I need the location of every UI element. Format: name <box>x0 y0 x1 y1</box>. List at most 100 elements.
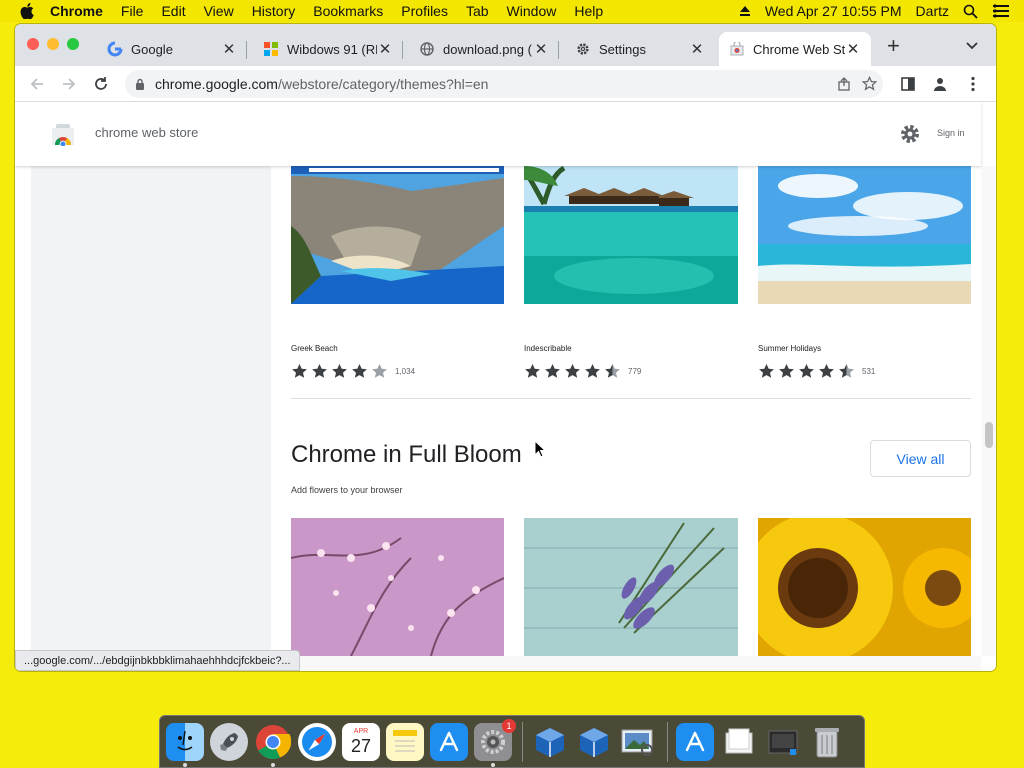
tab-google[interactable]: Google ✕ <box>97 32 247 66</box>
menu-file[interactable]: File <box>121 3 144 19</box>
address-bar[interactable]: chrome.google.com/webstore/category/them… <box>125 70 883 98</box>
menu-window[interactable]: Window <box>507 3 557 19</box>
menubar-datetime[interactable]: Wed Apr 27 10:55 PM <box>765 3 902 19</box>
screenshot-stack-icon <box>768 730 798 755</box>
theme-thumbnail-lavender[interactable] <box>524 518 738 656</box>
tab-settings[interactable]: Settings ✕ <box>565 32 715 66</box>
dock-calendar[interactable]: APR 27 <box>342 722 380 761</box>
virtualbox-cube-icon <box>536 727 564 757</box>
theme-name-greek-beach[interactable]: Greek Beach <box>291 344 338 353</box>
profile-button[interactable] <box>930 74 950 94</box>
menu-view[interactable]: View <box>204 3 234 19</box>
menu-tab[interactable]: Tab <box>466 3 489 19</box>
dock-documents-stack[interactable] <box>720 723 758 761</box>
menu-profiles[interactable]: Profiles <box>401 3 448 19</box>
app-store-a-icon <box>439 731 459 751</box>
preview-photos-icon <box>621 729 653 756</box>
theme-name-summer-holidays[interactable]: Summer Holidays <box>758 344 821 353</box>
dock-virtualbox-1[interactable] <box>531 723 569 761</box>
tab-chrome-web-store[interactable]: Chrome Web St ✕ <box>719 32 871 66</box>
chrome-menu-button[interactable] <box>963 74 983 94</box>
theme-thumbnail-sunflower[interactable] <box>758 518 971 656</box>
dock-downloads-stack[interactable] <box>764 723 802 761</box>
bookmark-star-icon[interactable] <box>862 76 877 91</box>
close-tab-icon[interactable]: ✕ <box>845 41 861 58</box>
dock-preview[interactable] <box>619 723 657 761</box>
reload-icon <box>95 77 107 90</box>
menu-bookmarks[interactable]: Bookmarks <box>313 3 383 19</box>
eject-icon[interactable] <box>739 5 751 17</box>
close-tab-icon[interactable]: ✕ <box>533 41 549 58</box>
dock-finder[interactable] <box>166 722 204 767</box>
theme-name-indescribable[interactable]: Indescribable <box>524 344 572 353</box>
rating-count: 779 <box>628 366 642 376</box>
tab-download-png[interactable]: download.png ( ✕ <box>409 32 559 66</box>
dock-trash[interactable] <box>808 723 846 761</box>
webstore-title[interactable]: chrome web store <box>95 125 198 140</box>
minimize-window-button[interactable] <box>47 38 59 50</box>
safari-compass-icon <box>302 726 332 757</box>
tab-strip: Google ✕ Wibdows 91 (RE ✕ download.png (… <box>15 24 996 66</box>
share-icon[interactable] <box>837 77 851 91</box>
vertical-scrollbar-track[interactable] <box>981 166 996 656</box>
star-half-icon <box>605 364 620 378</box>
theme-thumbnail-indescribable[interactable] <box>524 166 738 304</box>
dock-chrome[interactable] <box>254 723 292 767</box>
running-indicator <box>491 762 495 767</box>
spotlight-search-icon[interactable] <box>963 4 978 19</box>
theme-thumbnail-summer-holidays[interactable] <box>758 166 971 304</box>
apple-icon[interactable] <box>20 3 34 19</box>
control-center-icon[interactable] <box>992 4 1010 18</box>
tab-search-chevron-icon[interactable] <box>965 38 979 52</box>
summer-holidays-image <box>758 166 971 304</box>
dock-app-store-folder[interactable] <box>676 722 714 761</box>
tab-label: Wibdows 91 (RE <box>287 41 377 57</box>
star-full-icon <box>525 364 540 378</box>
zoom-window-button[interactable] <box>67 38 79 50</box>
webstore-logo-icon[interactable] <box>51 122 75 146</box>
dock-safari[interactable] <box>298 722 336 761</box>
lavender-image <box>524 518 738 656</box>
tab-label: Google <box>131 41 173 57</box>
menu-help[interactable]: Help <box>574 3 603 19</box>
star-full-icon <box>819 364 834 378</box>
reload-button[interactable] <box>91 74 111 94</box>
new-tab-button[interactable]: + <box>887 35 900 57</box>
side-panel-button[interactable] <box>898 74 918 94</box>
profile-avatar-icon <box>934 78 946 91</box>
theme-thumbnail-greek-beach[interactable] <box>291 166 504 304</box>
rocket-icon <box>220 732 238 751</box>
kebab-menu-icon <box>971 76 975 92</box>
indescribable-image <box>524 166 738 304</box>
menu-chrome[interactable]: Chrome <box>50 3 103 19</box>
section-subtitle: Add flowers to your browser <box>291 485 403 495</box>
settings-gear-icon[interactable] <box>899 123 921 145</box>
chrome-logo-icon <box>256 724 291 759</box>
menubar-user[interactable]: Dartz <box>916 3 949 19</box>
lock-icon[interactable] <box>135 78 145 90</box>
dock-notes[interactable] <box>386 722 424 761</box>
dock-virtualbox-2[interactable] <box>575 723 613 761</box>
view-all-button[interactable]: View all <box>870 440 971 477</box>
system-gear-icon <box>481 729 505 754</box>
theme-thumbnail-cherry-blossom[interactable] <box>291 518 504 656</box>
close-tab-icon[interactable]: ✕ <box>221 41 237 58</box>
menu-history[interactable]: History <box>252 3 296 19</box>
vertical-scrollbar-thumb[interactable] <box>985 422 993 448</box>
close-window-button[interactable] <box>27 38 39 50</box>
tab-label: download.png ( <box>443 41 532 57</box>
menu-edit[interactable]: Edit <box>161 3 185 19</box>
close-tab-icon[interactable]: ✕ <box>689 41 705 58</box>
sign-in-link[interactable]: Sign in <box>937 128 965 138</box>
dock-launchpad[interactable] <box>210 722 248 761</box>
star-full-icon <box>312 364 327 378</box>
tab-wibdows[interactable]: Wibdows 91 (RE ✕ <box>253 32 403 66</box>
url-path: /webstore/category/themes?hl=en <box>277 76 489 92</box>
forward-button[interactable] <box>59 74 79 94</box>
close-tab-icon[interactable]: ✕ <box>377 41 393 58</box>
back-button[interactable] <box>27 74 47 94</box>
dock-app-store[interactable] <box>430 722 468 761</box>
tab-separator <box>558 41 559 59</box>
star-full-icon <box>585 364 600 378</box>
dock-system-preferences[interactable]: 1 <box>474 718 516 767</box>
